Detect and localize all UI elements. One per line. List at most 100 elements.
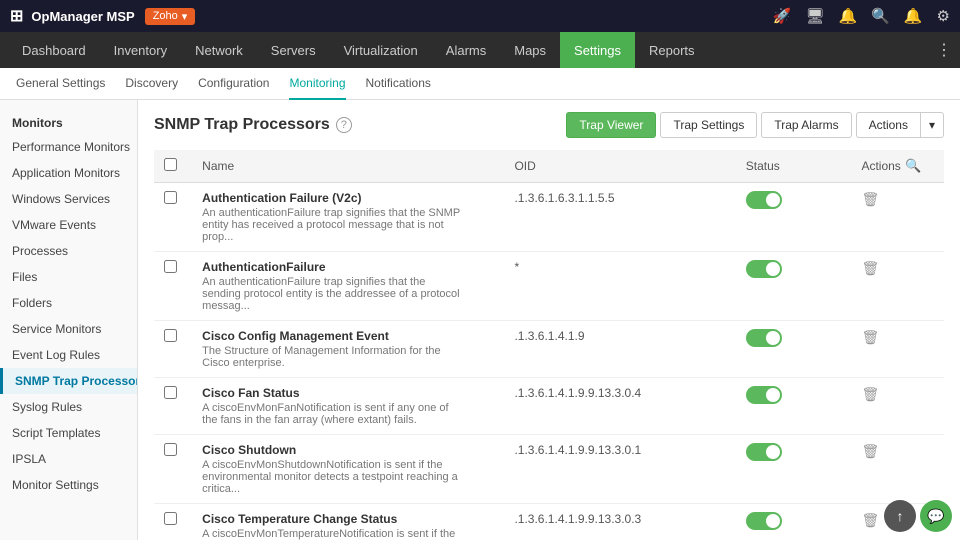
status-toggle[interactable] <box>746 329 782 347</box>
table-search-icon[interactable]: 🔍 <box>905 158 921 174</box>
sidebar-item-service-monitors[interactable]: Service Monitors <box>0 316 137 342</box>
nav-inventory[interactable]: Inventory <box>100 32 181 68</box>
trap-settings-button[interactable]: Trap Settings <box>660 112 757 138</box>
scroll-up-button[interactable]: ↑ <box>884 500 916 532</box>
sidebar-item-ipsla[interactable]: IPSLA <box>0 446 137 472</box>
trap-name: Authentication Failure (V2c) <box>202 191 494 205</box>
nav-network[interactable]: Network <box>181 32 257 68</box>
status-toggle[interactable] <box>746 386 782 404</box>
row-oid-cell: .1.3.6.1.4.1.9 <box>504 321 735 378</box>
delete-icon[interactable]: 🗑 <box>861 386 879 402</box>
trap-name: Cisco Config Management Event <box>202 329 494 343</box>
nav-dashboard[interactable]: Dashboard <box>8 32 100 68</box>
row-checkbox[interactable] <box>164 386 177 399</box>
trap-desc: An authenticationFailure trap signifies … <box>202 207 462 243</box>
row-checkbox-cell <box>154 435 192 504</box>
bell-icon[interactable]: 🔔 <box>838 7 857 25</box>
row-checkbox[interactable] <box>164 443 177 456</box>
row-checkbox[interactable] <box>164 191 177 204</box>
subnav-configuration[interactable]: Configuration <box>198 68 269 100</box>
row-oid-cell: .1.3.6.1.4.1.9.9.13.3.0.4 <box>504 378 735 435</box>
trap-desc: The Structure of Management Information … <box>202 345 462 369</box>
row-actions-cell: 🗑 <box>851 435 944 504</box>
status-toggle[interactable] <box>746 512 782 530</box>
row-checkbox-cell <box>154 378 192 435</box>
sidebar-item-application-monitors[interactable]: Application Monitors <box>0 160 137 186</box>
row-status-cell <box>736 378 852 435</box>
sidebar-item-script-templates[interactable]: Script Templates <box>0 420 137 446</box>
status-toggle[interactable] <box>746 260 782 278</box>
alert-icon[interactable]: 🔔 <box>904 7 923 25</box>
row-checkbox[interactable] <box>164 329 177 342</box>
delete-icon[interactable]: 🗑 <box>861 260 879 276</box>
actions-button[interactable]: Actions <box>856 112 920 138</box>
settings-icon[interactable]: ⚙ <box>937 7 950 25</box>
app-logo: ⊞ OpManager MSP <box>10 6 135 26</box>
row-status-cell <box>736 321 852 378</box>
nav-reports[interactable]: Reports <box>635 32 709 68</box>
actions-caret-button[interactable]: ▾ <box>920 112 944 138</box>
status-toggle[interactable] <box>746 191 782 209</box>
sidebar-item-event-log-rules[interactable]: Event Log Rules <box>0 342 137 368</box>
sidebar-item-performance-monitors[interactable]: Performance Monitors <box>0 134 137 160</box>
select-all-checkbox[interactable] <box>164 158 177 171</box>
more-menu-button[interactable]: ⋮ <box>936 40 952 60</box>
sidebar-item-syslog-rules[interactable]: Syslog Rules <box>0 394 137 420</box>
sidebar-item-snmp-trap-processors[interactable]: SNMP Trap Processors <box>0 368 137 394</box>
search-icon[interactable]: 🔍 <box>871 7 890 25</box>
sidebar-item-folders[interactable]: Folders <box>0 290 137 316</box>
nav-servers[interactable]: Servers <box>257 32 330 68</box>
sidebar-item-files[interactable]: Files <box>0 264 137 290</box>
th-status: Status <box>736 150 852 183</box>
row-oid-cell: .1.3.6.1.6.3.1.1.5.5 <box>504 183 735 252</box>
chat-button[interactable]: 💬 <box>920 500 952 532</box>
row-checkbox-cell <box>154 504 192 540</box>
sub-nav: General Settings Discovery Configuration… <box>0 68 960 100</box>
zoho-caret-icon: ▾ <box>182 10 188 23</box>
subnav-notifications[interactable]: Notifications <box>366 68 431 100</box>
row-checkbox-cell <box>154 252 192 321</box>
top-bar-icons: 🚀 🖥 🔔 🔍 🔔 ⚙ <box>773 7 950 25</box>
monitor-icon[interactable]: 🖥 <box>805 7 824 25</box>
sidebar-item-vmware-events[interactable]: VMware Events <box>0 212 137 238</box>
bottom-buttons: ↑ 💬 <box>884 500 952 532</box>
status-toggle[interactable] <box>746 443 782 461</box>
nav-settings[interactable]: Settings <box>560 32 635 68</box>
app-name: OpManager MSP <box>31 9 134 24</box>
sidebar-item-monitor-settings[interactable]: Monitor Settings <box>0 472 137 498</box>
th-oid: OID <box>504 150 735 183</box>
trap-name: Cisco Fan Status <box>202 386 494 400</box>
table-row: Cisco Config Management Event The Struct… <box>154 321 944 378</box>
help-icon[interactable]: ? <box>336 117 352 133</box>
trap-alarms-button[interactable]: Trap Alarms <box>761 112 851 138</box>
trap-viewer-button[interactable]: Trap Viewer <box>566 112 656 138</box>
sidebar-item-processes[interactable]: Processes <box>0 238 137 264</box>
row-checkbox[interactable] <box>164 260 177 273</box>
nav-alarms[interactable]: Alarms <box>432 32 500 68</box>
delete-icon[interactable]: 🗑 <box>861 443 879 459</box>
row-status-cell <box>736 504 852 540</box>
th-checkbox <box>154 150 192 183</box>
trap-desc: A ciscoEnvMonFanNotification is sent if … <box>202 402 462 426</box>
row-name-cell: Cisco Fan Status A ciscoEnvMonFanNotific… <box>192 378 504 435</box>
subnav-general-settings[interactable]: General Settings <box>16 68 105 100</box>
main-nav: Dashboard Inventory Network Servers Virt… <box>0 32 960 68</box>
row-checkbox-cell <box>154 183 192 252</box>
delete-icon[interactable]: 🗑 <box>861 329 879 345</box>
content-header: SNMP Trap Processors ? Trap Viewer Trap … <box>154 112 944 138</box>
subnav-discovery[interactable]: Discovery <box>125 68 178 100</box>
delete-icon[interactable]: 🗑 <box>861 191 879 207</box>
main-layout: Monitors Performance Monitors Applicatio… <box>0 100 960 540</box>
sidebar-item-windows-services[interactable]: Windows Services <box>0 186 137 212</box>
row-checkbox-cell <box>154 321 192 378</box>
nav-maps[interactable]: Maps <box>500 32 560 68</box>
nav-virtualization[interactable]: Virtualization <box>330 32 432 68</box>
subnav-monitoring[interactable]: Monitoring <box>289 68 345 100</box>
zoho-badge[interactable]: Zoho ▾ <box>145 8 196 25</box>
delete-icon[interactable]: 🗑 <box>861 512 879 528</box>
row-actions-cell: 🗑 <box>851 252 944 321</box>
trap-oid: * <box>514 260 519 274</box>
rocket-icon[interactable]: 🚀 <box>773 7 792 25</box>
row-checkbox[interactable] <box>164 512 177 525</box>
page-title: SNMP Trap Processors <box>154 116 330 134</box>
